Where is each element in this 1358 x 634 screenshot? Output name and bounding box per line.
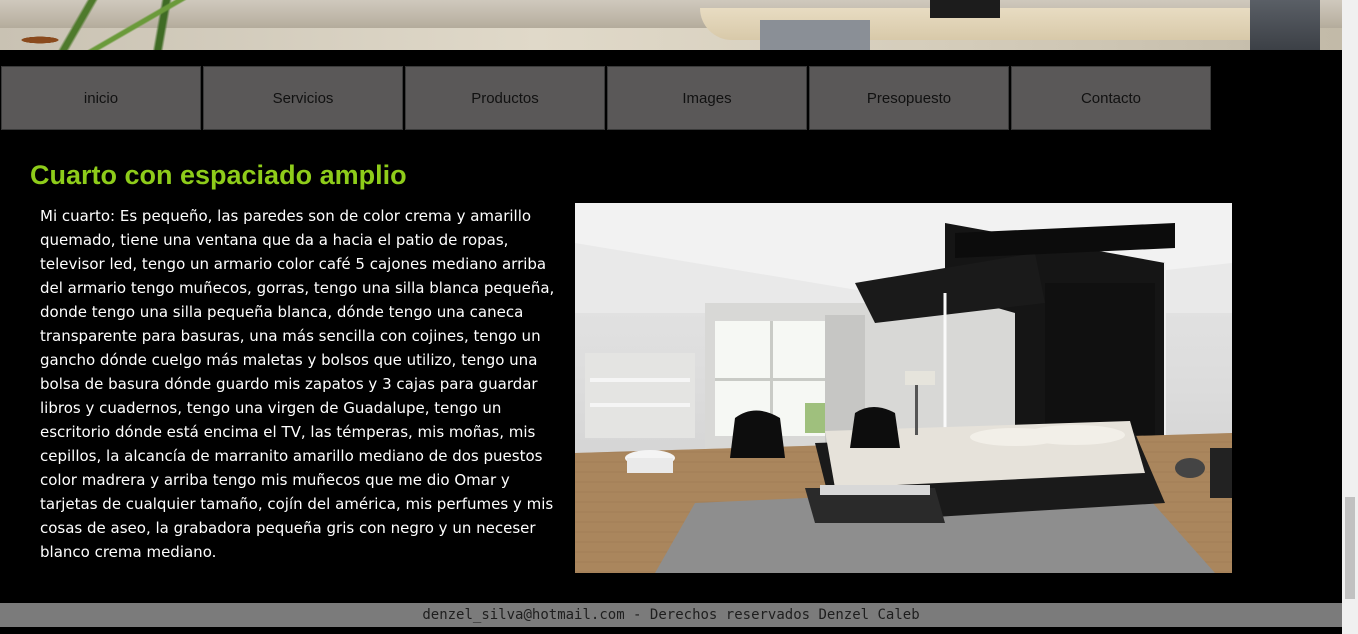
nav-item-inicio[interactable]: inicio	[1, 66, 201, 130]
bedroom-image	[575, 203, 1232, 573]
scrollbar-thumb[interactable]	[1345, 497, 1355, 599]
nav-item-images[interactable]: Images	[607, 66, 807, 130]
room-description: Mi cuarto: Es pequeño, las paredes son d…	[40, 207, 555, 561]
page: inicio Servicios Productos Images Presop…	[0, 0, 1358, 634]
nav-item-presopuesto[interactable]: Presopuesto	[809, 66, 1009, 130]
footer-text: denzel_silva@hotmail.com - Derechos rese…	[422, 607, 920, 623]
nav-item-servicios[interactable]: Servicios	[203, 66, 403, 130]
vertical-scrollbar[interactable]	[1342, 0, 1358, 634]
nav-item-contacto[interactable]: Contacto	[1011, 66, 1211, 130]
nav-item-productos[interactable]: Productos	[405, 66, 605, 130]
page-title: Cuarto con espaciado amplio	[30, 160, 407, 190]
header-banner-image	[0, 0, 1342, 50]
footer: denzel_silva@hotmail.com - Derechos rese…	[0, 603, 1342, 627]
main-nav: inicio Servicios Productos Images Presop…	[1, 66, 1213, 130]
